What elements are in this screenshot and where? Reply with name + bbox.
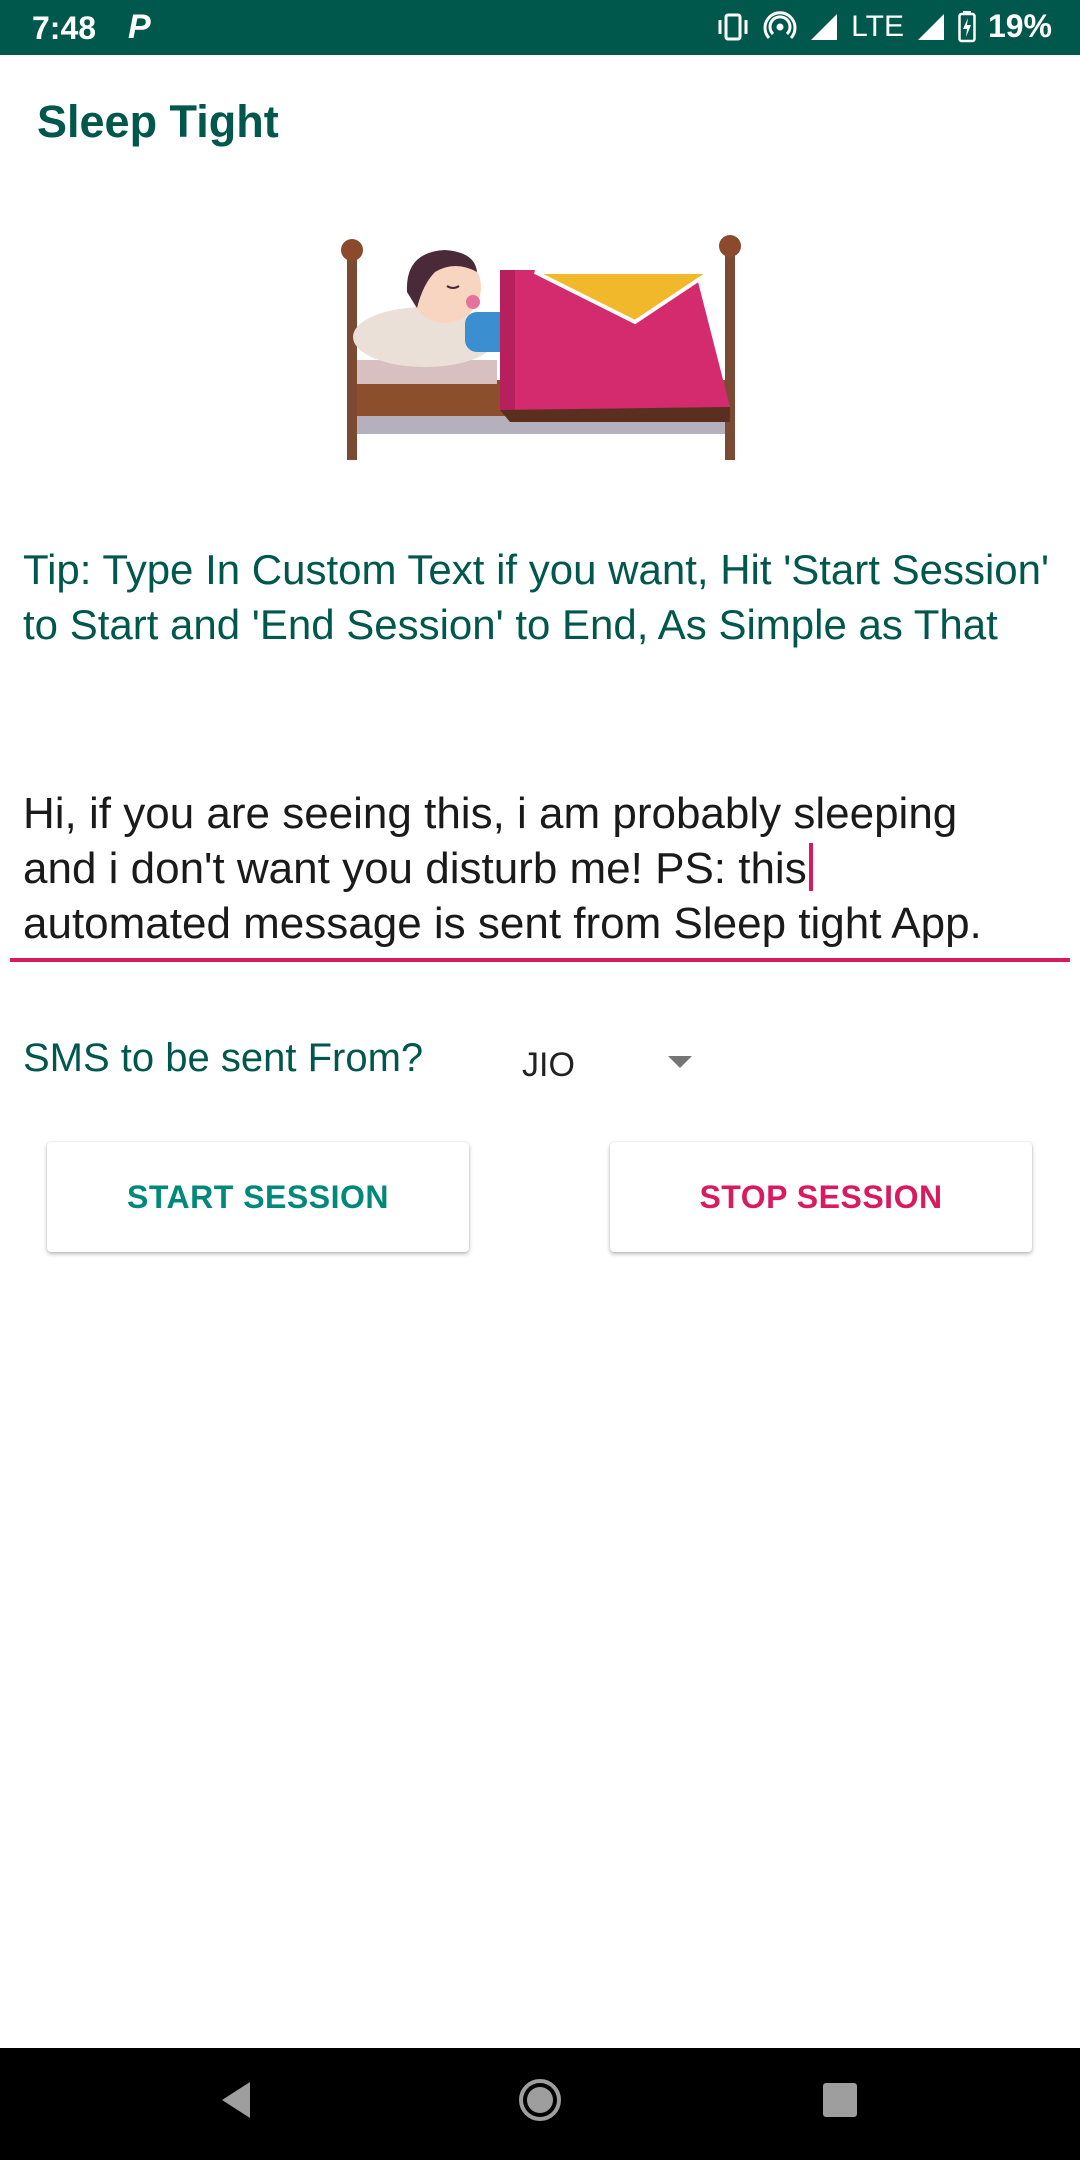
stop-session-button[interactable]: STOP SESSION [610, 1142, 1032, 1252]
sim-selected-value: JIO [522, 1046, 575, 1084]
sleeping-child-illustration [335, 232, 745, 462]
battery-percent: 19% [987, 8, 1052, 44]
network-type: LTE [851, 9, 904, 43]
hotspot-icon [763, 10, 797, 39]
message-line-with-cursor: and i don't want you disturb me! PS: thi… [23, 841, 1073, 896]
app-title: Sleep Tight [37, 96, 279, 147]
message-line: and i don't want you disturb me! PS: thi… [23, 844, 807, 893]
battery-icon [958, 10, 976, 42]
sim-dropdown[interactable]: JIO [512, 1040, 712, 1100]
back-icon[interactable] [216, 2076, 256, 2124]
home-icon[interactable] [516, 2076, 564, 2124]
chevron-down-icon [668, 1056, 692, 1068]
status-icons: LTE 19% [715, 8, 1052, 45]
navigation-bar [0, 2048, 1080, 2160]
signal-icon-2 [917, 13, 944, 40]
vibrate-icon [718, 13, 748, 40]
signal-icon [811, 13, 838, 40]
message-input[interactable]: Hi, if you are seeing this, i am probabl… [10, 780, 1070, 962]
start-session-button[interactable]: START SESSION [47, 1142, 469, 1252]
notification-icon: P [128, 8, 151, 46]
status-time: 7:48 [32, 10, 97, 46]
status-bar: 7:48 P LTE 19% [0, 0, 1080, 55]
text-cursor [808, 843, 813, 891]
recents-icon[interactable] [820, 2076, 860, 2124]
message-line: Hi, if you are seeing this, i am probabl… [23, 789, 958, 838]
message-line: automated message is sent from Sleep tig… [23, 899, 982, 948]
tip-text: Tip: Type In Custom Text if you want, Hi… [23, 546, 1050, 648]
message-text[interactable]: Hi, if you are seeing this, i am probabl… [23, 786, 1073, 951]
sms-sender-label: SMS to be sent From? [23, 1036, 424, 1080]
